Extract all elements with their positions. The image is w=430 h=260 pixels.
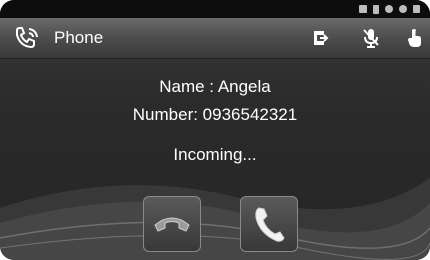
hand-icon [408, 29, 421, 47]
answer-call-button[interactable] [240, 196, 298, 252]
caller-name: Name : Angela [159, 77, 271, 96]
status-bar [0, 0, 430, 18]
phone-screen: Phone Name : Angela Number: 0936542321 I… [0, 0, 430, 260]
battery-icon [373, 4, 379, 14]
hold-icon [314, 31, 329, 45]
signal-icon [413, 5, 420, 13]
title-bar: Phone [0, 18, 430, 59]
answer-phone-icon [255, 207, 285, 242]
caller-number: Number: 0936542321 [132, 105, 298, 124]
usb-icon [385, 5, 393, 13]
hold-button[interactable] [308, 25, 334, 51]
hand-button[interactable] [402, 25, 428, 51]
mute-icon [363, 29, 379, 48]
bluetooth-icon [399, 5, 407, 13]
phone-app-icon [16, 27, 38, 49]
hang-up-icon [154, 217, 190, 232]
decline-call-button[interactable] [143, 196, 201, 252]
app-title: Phone [54, 28, 104, 47]
notification-icon [359, 5, 367, 13]
mute-button[interactable] [358, 25, 384, 51]
call-status: Incoming... [173, 145, 257, 164]
